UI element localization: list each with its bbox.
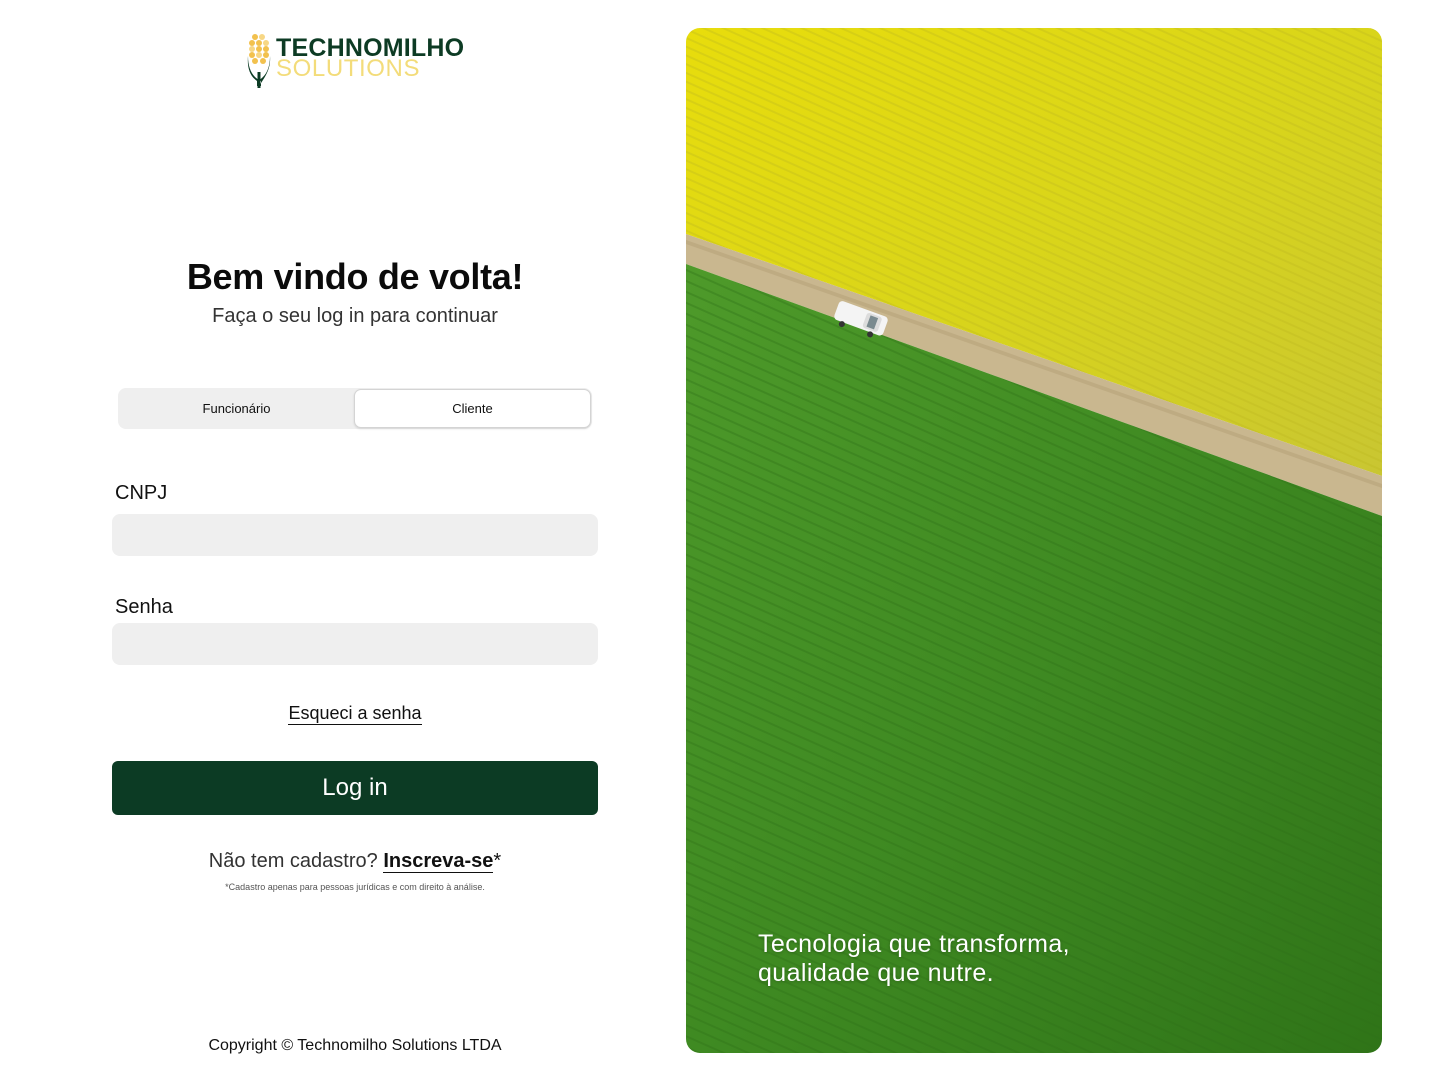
password-label: Senha <box>115 596 173 618</box>
brand-wordmark: TECHNOMILHO SOLUTIONS <box>276 36 464 81</box>
toggle-funcionario[interactable]: Funcionário <box>119 389 354 428</box>
page-title: Bem vindo de volta! <box>186 256 524 297</box>
copyright-text: Copyright © Technomilho Solutions LTDA <box>208 1037 502 1054</box>
corn-logo-icon <box>247 34 271 88</box>
field-landscape-image <box>686 28 1382 1053</box>
cnpj-input[interactable] <box>112 514 598 556</box>
signup-note: *Cadastro apenas para pessoas jurídicas … <box>225 882 485 892</box>
hero-tagline-line1: Tecnologia que transforma, <box>758 930 1070 958</box>
signup-prompt: Não tem cadastro? <box>208 850 378 872</box>
page-subtitle: Faça o seu log in para continuar <box>212 305 498 327</box>
user-type-toggle: Funcionário Cliente <box>118 388 592 429</box>
signup-marker: * <box>493 850 502 872</box>
login-page: TECHNOMILHO SOLUTIONS Bem vindo de volta… <box>0 0 1440 1080</box>
password-input[interactable] <box>112 623 598 665</box>
forgot-password-link[interactable]: Esqueci a senha <box>288 703 422 725</box>
toggle-cliente[interactable]: Cliente <box>354 389 591 428</box>
hero-image: Tecnologia que transforma, qualidade que… <box>686 28 1382 1053</box>
cnpj-label: CNPJ <box>115 482 168 504</box>
hero-tagline-line2: qualidade que nutre. <box>758 959 994 987</box>
signup-link[interactable]: Inscreva-se <box>383 850 494 873</box>
brand-logo: TECHNOMILHO SOLUTIONS <box>246 32 464 88</box>
signup-row: Não tem cadastro? Inscreva-se* <box>112 850 598 873</box>
forgot-password-row: Esqueci a senha <box>112 703 598 725</box>
login-button[interactable]: Log in <box>112 761 598 815</box>
hero-tagline: Tecnologia que transforma, qualidade que… <box>758 930 1318 988</box>
